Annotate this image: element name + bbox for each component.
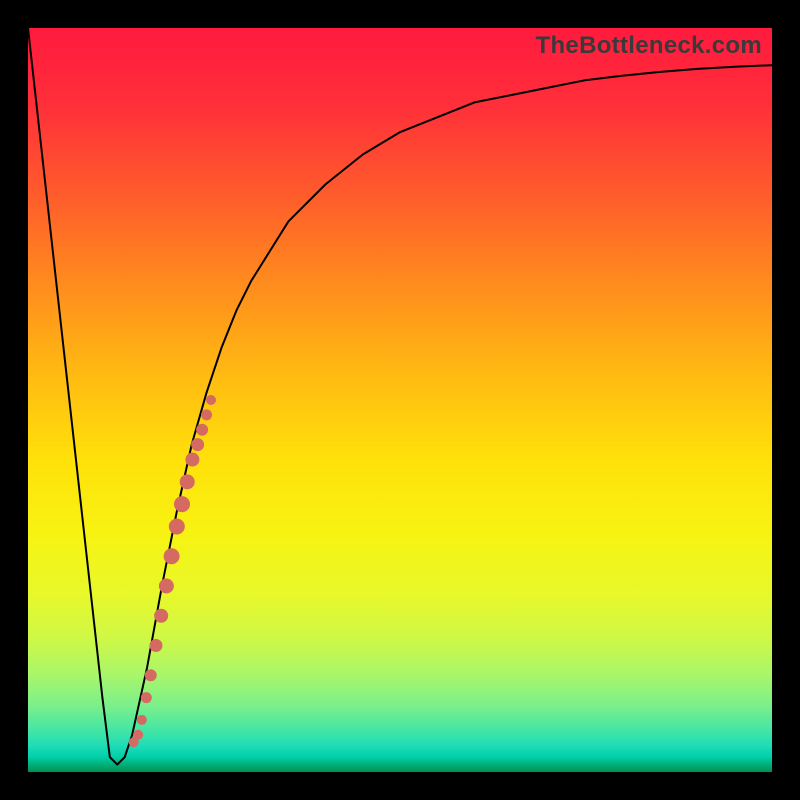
dot [196, 424, 208, 436]
dot [145, 669, 157, 681]
dot [174, 496, 190, 512]
dot [185, 453, 199, 467]
dot [180, 474, 195, 489]
dot [206, 395, 216, 405]
plot-area: TheBottleneck.com [28, 28, 772, 772]
dot [133, 730, 143, 740]
bottleneck-curve [28, 28, 772, 765]
dot [169, 518, 185, 534]
dot [154, 609, 168, 623]
chart-svg [28, 28, 772, 772]
dot [141, 692, 152, 703]
dot [149, 639, 162, 652]
chart-frame: TheBottleneck.com [0, 0, 800, 800]
dot [137, 715, 147, 725]
dot [191, 438, 204, 451]
dot [201, 409, 212, 420]
dot [164, 548, 180, 564]
dot [159, 579, 174, 594]
